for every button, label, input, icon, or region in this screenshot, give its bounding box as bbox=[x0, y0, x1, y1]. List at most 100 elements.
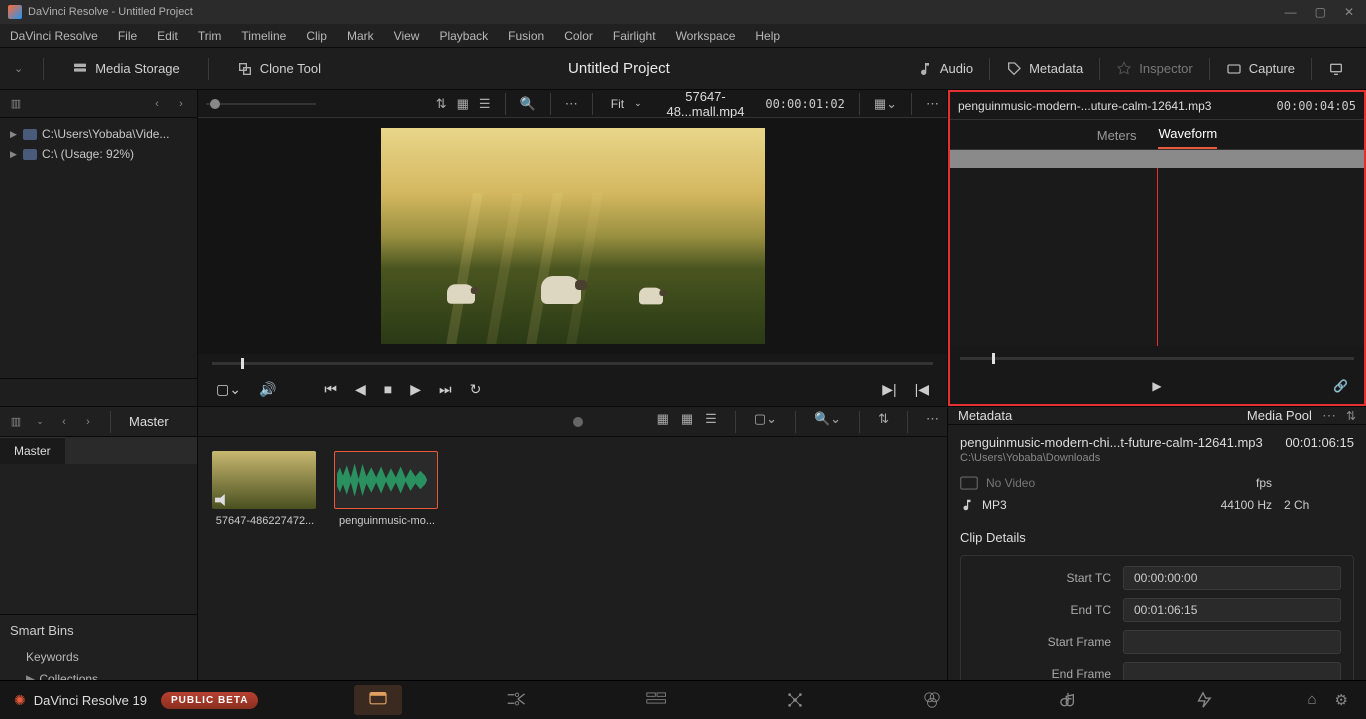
waveform-display[interactable] bbox=[950, 150, 1364, 346]
film-icon bbox=[960, 476, 978, 490]
drive-stack-icon bbox=[72, 61, 88, 77]
menu-clip[interactable]: Clip bbox=[306, 29, 327, 43]
grid-view-icon[interactable]: ▦ bbox=[457, 96, 469, 112]
audio-panel-button[interactable]: Audio bbox=[909, 57, 981, 81]
tab-meters[interactable]: Meters bbox=[1097, 122, 1137, 149]
metadata-tab[interactable]: Metadata bbox=[958, 408, 1012, 423]
more-icon[interactable]: ⋯ bbox=[926, 411, 939, 433]
viewer-more-icon[interactable]: ⋯ bbox=[926, 96, 939, 112]
tag-icon bbox=[1006, 61, 1022, 77]
end-tc-field[interactable]: 00:01:06:15 bbox=[1123, 598, 1341, 622]
media-storage-button[interactable]: Media Storage bbox=[64, 57, 188, 81]
search-icon[interactable]: 🔍 bbox=[520, 96, 536, 112]
smart-bin-keywords[interactable]: Keywords bbox=[10, 646, 187, 668]
minimize-button[interactable]: — bbox=[1285, 5, 1297, 19]
waveform-overview bbox=[950, 150, 1364, 168]
menu-fusion[interactable]: Fusion bbox=[508, 29, 544, 43]
media-clip[interactable]: 57647-486227472... bbox=[212, 451, 318, 684]
field-label: Start Frame bbox=[973, 635, 1123, 649]
search-icon[interactable]: 🔍⌄ bbox=[814, 411, 841, 433]
format-label: MP3 bbox=[982, 498, 1007, 512]
tree-row[interactable]: ▶ C:\Users\Yobaba\Vide... bbox=[4, 124, 193, 144]
viewer-mode-button[interactable]: ▢⌄ bbox=[216, 381, 241, 398]
master-bin-tab[interactable]: Master bbox=[0, 437, 65, 464]
nav-fwd-icon[interactable]: › bbox=[173, 96, 189, 112]
menu-playback[interactable]: Playback bbox=[439, 29, 488, 43]
page-cut[interactable] bbox=[492, 685, 542, 715]
menu-workspace[interactable]: Workspace bbox=[676, 29, 736, 43]
clone-tool-button[interactable]: Clone Tool bbox=[229, 57, 329, 81]
loop-icon[interactable]: ↻ bbox=[470, 381, 482, 398]
home-icon[interactable]: ⌂ bbox=[1307, 691, 1316, 709]
audio-scrubber[interactable] bbox=[960, 350, 1354, 368]
audio-track-icon bbox=[215, 494, 229, 506]
start-frame-field[interactable] bbox=[1123, 630, 1341, 654]
page-media[interactable] bbox=[354, 685, 402, 715]
media-clip[interactable]: penguinmusic-mo... bbox=[334, 451, 440, 684]
screen-icon-button[interactable] bbox=[1320, 57, 1352, 81]
sort-icon[interactable]: ⇅ bbox=[1346, 409, 1356, 423]
zoom-fit-dropdown[interactable]: Fit ⌄ bbox=[607, 97, 646, 111]
viewer-mode-icon[interactable]: ▦⌄ bbox=[874, 96, 897, 112]
start-tc-field[interactable]: 00:00:00:00 bbox=[1123, 566, 1341, 590]
menu-view[interactable]: View bbox=[394, 29, 420, 43]
mark-in-icon[interactable]: ▶| bbox=[882, 381, 896, 398]
menu-davinci[interactable]: DaVinci Resolve bbox=[10, 29, 98, 43]
metadata-panel-button[interactable]: Metadata bbox=[998, 57, 1091, 81]
menu-help[interactable]: Help bbox=[755, 29, 780, 43]
goto-end-icon[interactable]: ⏭ bbox=[439, 381, 452, 398]
panel-layout-icon[interactable]: ▥ bbox=[8, 96, 24, 112]
play-icon[interactable]: ▶ bbox=[410, 381, 421, 398]
tab-waveform[interactable]: Waveform bbox=[1158, 120, 1217, 149]
source-viewer: ⇅ ▦ ☰ 🔍 ⋯ Fit ⌄ 57647-48...mall.mp4 00:0… bbox=[198, 90, 948, 406]
pool-mode-icon[interactable]: ▢⌄ bbox=[754, 411, 777, 433]
page-fairlight[interactable] bbox=[1046, 685, 1090, 715]
list-view-icon[interactable]: ☰ bbox=[479, 96, 491, 112]
chevron-down-icon[interactable]: ⌄ bbox=[32, 414, 48, 430]
thumb-size-slider[interactable] bbox=[573, 417, 583, 427]
channels: 2 Ch bbox=[1284, 498, 1354, 512]
audio-play-icon[interactable]: ▶ bbox=[1152, 379, 1161, 393]
stop-icon[interactable]: ■ bbox=[384, 381, 392, 397]
more-icon[interactable]: ⋯ bbox=[1322, 407, 1336, 424]
clip-thumbnail bbox=[334, 451, 438, 509]
meta-duration: 00:01:06:15 bbox=[1285, 435, 1354, 450]
menu-color[interactable]: Color bbox=[564, 29, 593, 43]
nav-back-icon[interactable]: ‹ bbox=[149, 96, 165, 112]
toolbar-chevron-icon[interactable]: ⌄ bbox=[14, 62, 23, 75]
preview-monitor[interactable] bbox=[198, 118, 947, 354]
maximize-button[interactable]: ▢ bbox=[1315, 5, 1326, 19]
tree-row[interactable]: ▶ C:\ (Usage: 92%) bbox=[4, 144, 193, 164]
menu-trim[interactable]: Trim bbox=[198, 29, 222, 43]
viewer-scrubber[interactable] bbox=[212, 354, 933, 372]
menu-file[interactable]: File bbox=[118, 29, 137, 43]
list-view-icon[interactable]: ☰ bbox=[705, 411, 717, 433]
page-fusion[interactable] bbox=[772, 685, 818, 715]
panel-layout-icon[interactable]: ▥ bbox=[8, 414, 24, 430]
sort-icon[interactable]: ⇅ bbox=[878, 411, 889, 433]
inspector-panel-button[interactable]: Inspector bbox=[1108, 57, 1200, 81]
grid-view-icon[interactable]: ▦ bbox=[681, 411, 693, 433]
mark-out-icon[interactable]: |◀ bbox=[915, 381, 929, 398]
nav-back-icon[interactable]: ‹ bbox=[56, 414, 72, 430]
settings-gear-icon[interactable]: ⚙ bbox=[1335, 691, 1348, 709]
page-edit[interactable] bbox=[632, 685, 682, 715]
link-icon[interactable]: 🔗 bbox=[1333, 379, 1348, 393]
goto-start-icon[interactable]: ⏮ bbox=[324, 381, 337, 398]
menu-mark[interactable]: Mark bbox=[347, 29, 374, 43]
menu-timeline[interactable]: Timeline bbox=[241, 29, 286, 43]
menu-edit[interactable]: Edit bbox=[157, 29, 178, 43]
media-pool-tab[interactable]: Media Pool bbox=[1247, 408, 1312, 423]
menu-fairlight[interactable]: Fairlight bbox=[613, 29, 656, 43]
page-color[interactable] bbox=[908, 685, 956, 715]
nav-fwd-icon[interactable]: › bbox=[80, 414, 96, 430]
more-icon[interactable]: ⋯ bbox=[565, 96, 578, 112]
field-label: End TC bbox=[973, 603, 1123, 617]
volume-icon[interactable]: 🔊 bbox=[259, 381, 276, 398]
close-button[interactable]: ✕ bbox=[1344, 5, 1354, 19]
sort-icon[interactable]: ⇅ bbox=[436, 96, 447, 112]
play-reverse-icon[interactable]: ◀ bbox=[355, 381, 366, 398]
page-deliver[interactable] bbox=[1180, 685, 1226, 715]
film-view-icon[interactable]: ▦ bbox=[657, 411, 669, 433]
capture-panel-button[interactable]: Capture bbox=[1218, 57, 1303, 81]
